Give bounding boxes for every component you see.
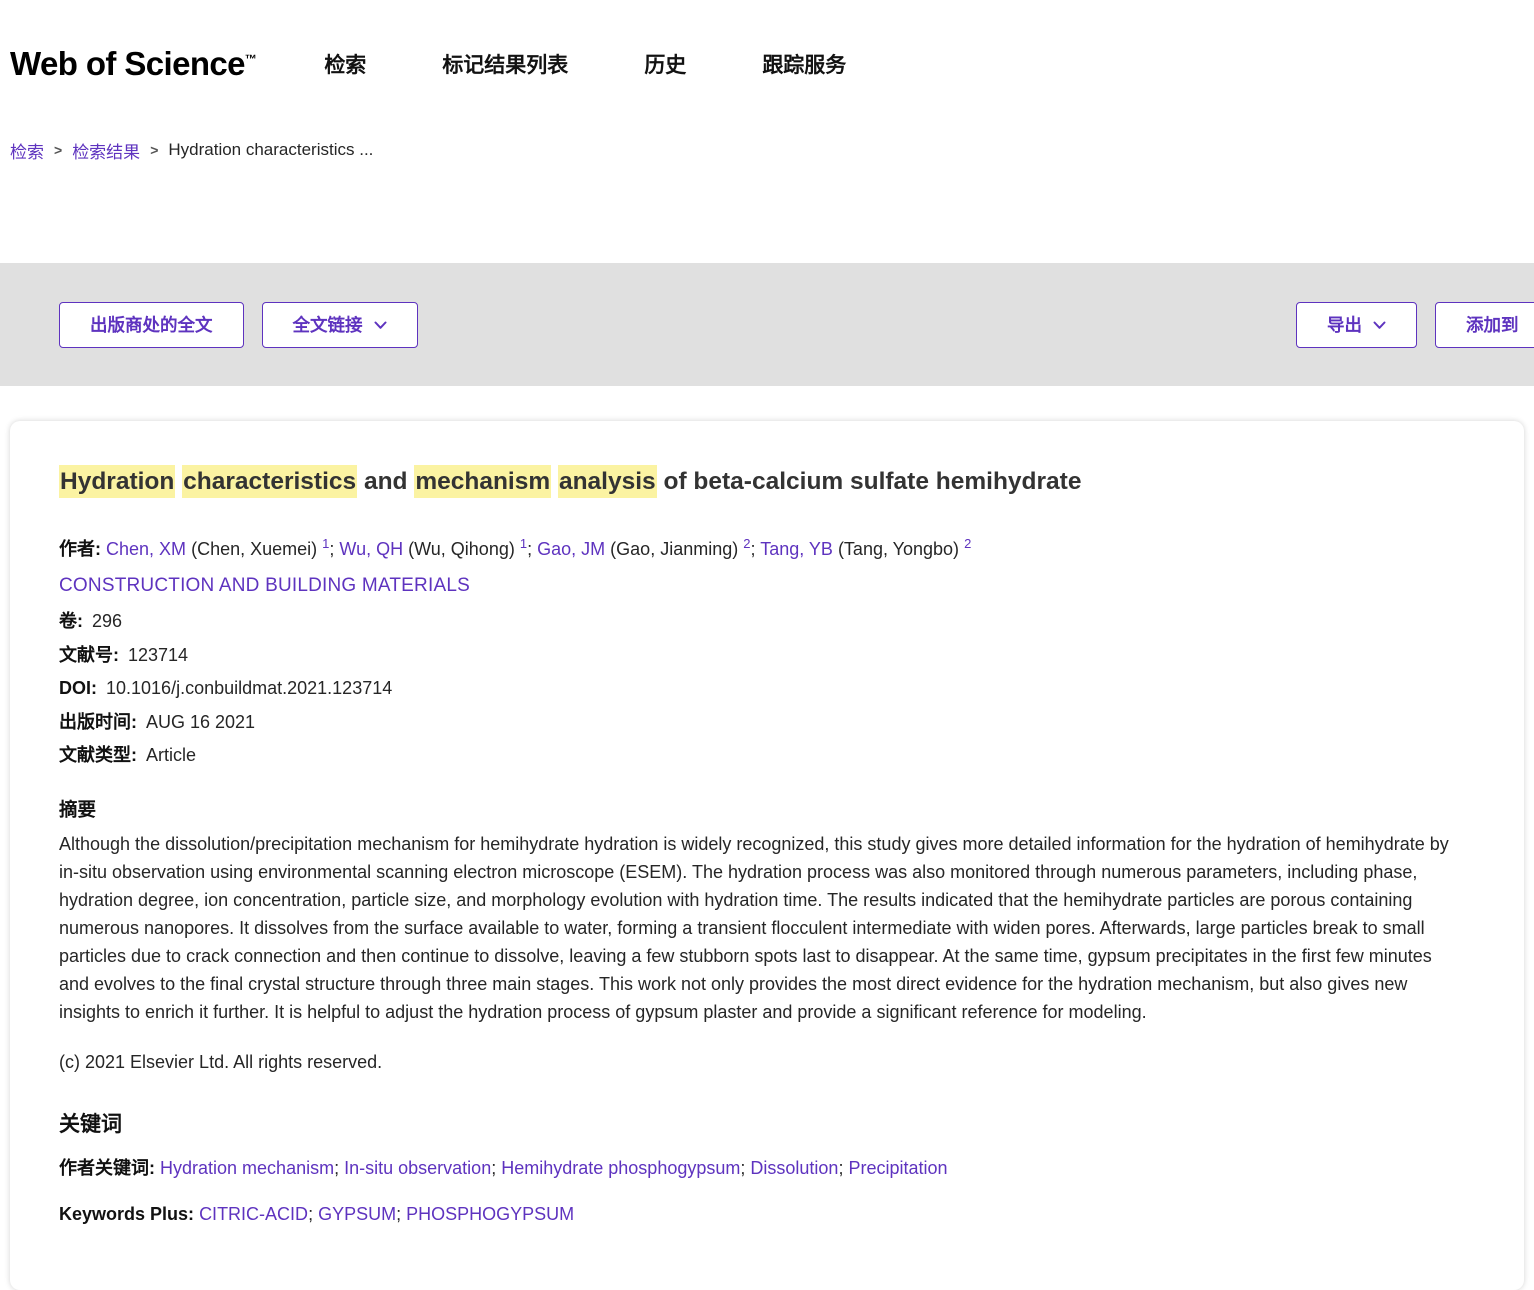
field-publication-date: 出版时间: AUG 16 2021 [59,706,1464,740]
abstract-heading: 摘要 [59,796,1464,822]
breadcrumb: 检索 > 检索结果 > Hydration characteristics ..… [0,128,1534,162]
main-content: Hydration characteristics and mechanism … [0,386,1534,1290]
author-link[interactable]: Chen, XM [106,539,186,559]
field-label: 文献类型: [59,745,137,765]
nav-marked-list[interactable]: 标记结果列表 [442,49,568,79]
breadcrumb-current-page: Hydration characteristics ... [168,140,373,160]
author-entry: Chen, XM (Chen, Xuemei) 1; [106,539,339,559]
keywords-plus-row: Keywords Plus: CITRIC-ACID; GYPSUM; PHOS… [59,1198,1464,1230]
highlighted-term: characteristics [182,465,357,498]
wos-logo[interactable]: Web of Science™ [10,45,256,83]
export-label: 导出 [1327,312,1362,337]
author-full-name: (Gao, Jianming) [610,539,738,559]
abstract-text: Although the dissolution/precipitation m… [59,830,1464,1026]
journal-link[interactable]: CONSTRUCTION AND BUILDING MATERIALS [59,575,470,597]
author-keyword-link[interactable]: Dissolution [750,1158,838,1178]
keywords-plus-link[interactable]: CITRIC-ACID [199,1204,308,1224]
field-document-type: 文献类型: Article [59,739,1464,773]
chevron-down-icon [374,321,387,330]
author-entry: Tang, YB (Tang, Yongbo) 2 [760,539,971,559]
field-value: 296 [92,611,122,631]
full-text-links-label: 全文链接 [293,312,363,337]
export-actions: 导出 添加到 [1296,302,1534,348]
keywords-plus-link[interactable]: PHOSPHOGYPSUM [406,1204,574,1224]
trademark-symbol: ™ [245,52,256,66]
author-keywords-label: 作者关键词: [59,1158,155,1178]
article-title: Hydration characteristics and mechanism … [59,465,1464,499]
title-text: of beta-calcium sulfate hemihydrate [663,468,1081,495]
chevron-down-icon [1373,321,1386,330]
nav-history[interactable]: 历史 [644,49,686,79]
add-to-button[interactable]: 添加到 [1435,302,1534,348]
highlighted-term: analysis [558,465,657,498]
nav-search[interactable]: 检索 [324,49,366,79]
wos-logo-text: Web of Science [10,45,245,82]
copyright-notice: (c) 2021 Elsevier Ltd. All rights reserv… [59,1052,1464,1073]
author-keyword-link[interactable]: Hemihydrate phosphogypsum [501,1158,740,1178]
keyword-separator: ; [396,1204,401,1224]
author-keyword-link[interactable]: Precipitation [848,1158,947,1178]
field-value: 123714 [128,645,188,665]
field-value: Article [146,745,196,765]
breadcrumb-results-link[interactable]: 检索结果 [72,138,140,163]
keywords-plus-link[interactable]: GYPSUM [318,1204,396,1224]
field-label: 卷: [59,611,83,631]
author-full-name: (Tang, Yongbo) [838,539,959,559]
author-keyword-link[interactable]: Hydration mechanism [160,1158,334,1178]
author-separator: ; [329,539,334,559]
field-volume: 卷: 296 [59,605,1464,639]
keyword-separator: ; [838,1158,843,1178]
author-full-name: (Chen, Xuemei) [191,539,317,559]
author-link[interactable]: Tang, YB [760,539,833,559]
field-article-number: 文献号: 123714 [59,639,1464,673]
author-separator: ; [527,539,532,559]
field-value: 10.1016/j.conbuildmat.2021.123714 [106,678,392,698]
author-link[interactable]: Gao, JM [537,539,605,559]
nav-tracking-service[interactable]: 跟踪服务 [762,49,846,79]
app-header: Web of Science™ 检索 标记结果列表 历史 跟踪服务 [0,0,1534,128]
record-actions-bar: 出版商处的全文 全文链接 导出 添加到 [0,263,1534,386]
record-fields: 卷: 296 文献号: 123714 DOI: 10.1016/j.conbuildm… [59,605,1464,773]
breadcrumb-separator-icon: > [54,142,62,158]
keywords-plus-label: Keywords Plus: [59,1204,194,1224]
keyword-separator: ; [740,1158,745,1178]
author-keywords-row: 作者关键词: Hydration mechanism; In-situ obse… [59,1152,1464,1184]
article-record-card: Hydration characteristics and mechanism … [10,421,1524,1290]
keywords-heading: 关键词 [59,1108,1464,1138]
author-entry: Gao, JM (Gao, Jianming) 2; [537,539,760,559]
field-label: 文献号: [59,645,119,665]
author-affiliation-number: 2 [964,536,971,551]
breadcrumb-search-link[interactable]: 检索 [10,138,44,163]
authors-line: 作者: Chen, XM (Chen, Xuemei) 1; Wu, QH (W… [59,530,1464,563]
field-label: DOI: [59,678,97,698]
highlighted-term: mechanism [414,465,551,498]
main-nav: 检索 标记结果列表 历史 跟踪服务 [324,49,846,79]
author-entry: Wu, QH (Wu, Qihong) 1; [339,539,537,559]
author-keyword-link[interactable]: In-situ observation [344,1158,491,1178]
full-text-links-button[interactable]: 全文链接 [262,302,418,348]
field-label: 出版时间: [59,712,137,732]
author-affiliation-number: 1 [520,536,527,551]
full-text-at-publisher-button[interactable]: 出版商处的全文 [59,302,244,348]
author-separator: ; [750,539,755,559]
keyword-separator: ; [491,1158,496,1178]
field-doi: DOI: 10.1016/j.conbuildmat.2021.123714 [59,672,1464,706]
highlighted-term: Hydration [59,465,175,498]
keyword-separator: ; [334,1158,339,1178]
full-text-actions: 出版商处的全文 全文链接 [59,302,418,348]
export-button[interactable]: 导出 [1296,302,1417,348]
breadcrumb-separator-icon: > [150,142,158,158]
field-value: AUG 16 2021 [146,712,255,732]
author-link[interactable]: Wu, QH [339,539,403,559]
keyword-separator: ; [308,1204,313,1224]
title-text: and [364,468,408,495]
author-full-name: (Wu, Qihong) [408,539,515,559]
authors-label: 作者: [59,539,101,559]
